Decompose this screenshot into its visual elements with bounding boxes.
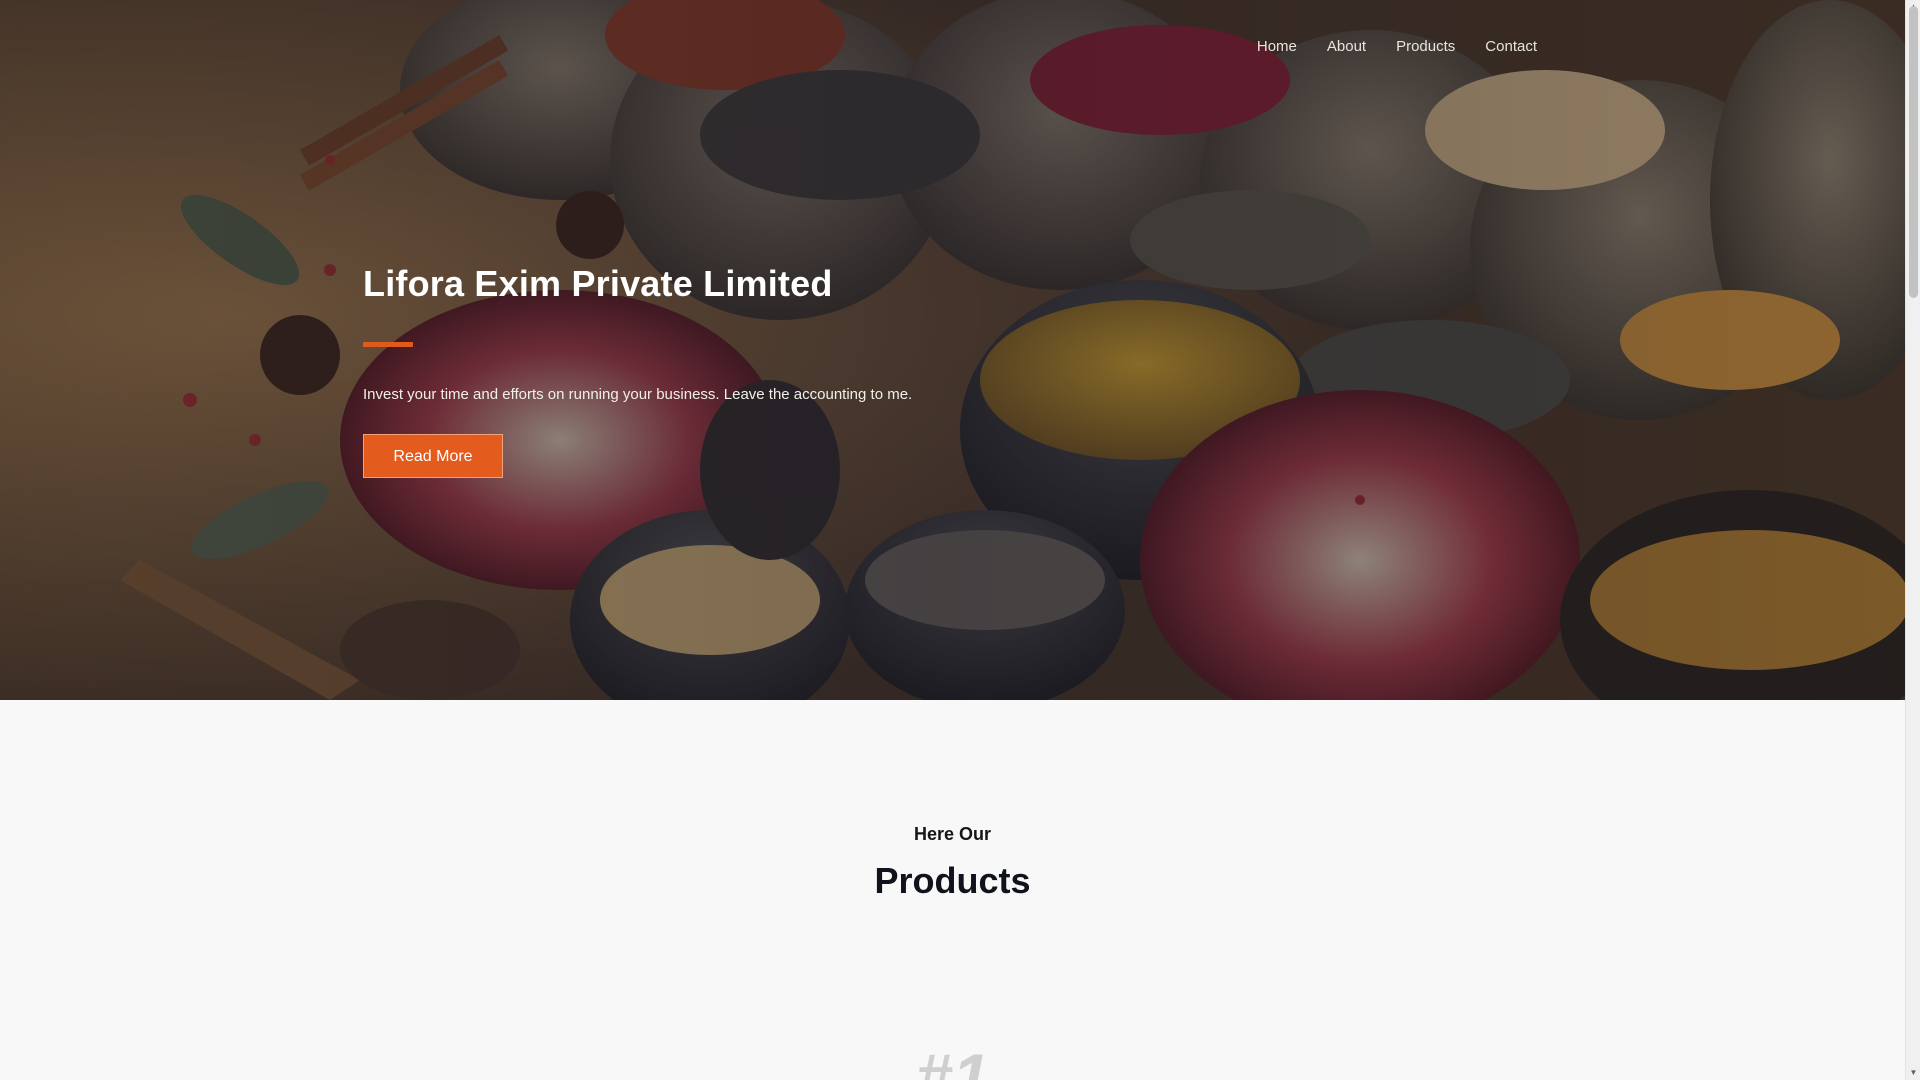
- main-nav: Home About Products Contact: [1257, 38, 1537, 55]
- nav-item-home[interactable]: Home: [1257, 38, 1297, 55]
- products-section: Here Our Products #1: [0, 700, 1905, 1080]
- hero-content: Lifora Exim Private Limited Invest your …: [363, 263, 1063, 478]
- hero-accent-rule: [363, 342, 413, 347]
- chevron-down-icon[interactable]: ▼: [1906, 1066, 1920, 1080]
- hero-section: Home About Products Contact Lifora Exim …: [0, 0, 1905, 700]
- vertical-scrollbar[interactable]: ▲ ▼: [1905, 0, 1920, 1080]
- nav-item-about[interactable]: About: [1327, 38, 1366, 55]
- nav-item-products[interactable]: Products: [1396, 38, 1455, 55]
- scrollbar-thumb[interactable]: [1909, 6, 1918, 298]
- page: Home About Products Contact Lifora Exim …: [0, 0, 1920, 1080]
- products-title: Products: [874, 860, 1031, 901]
- nav-item-contact[interactable]: Contact: [1485, 38, 1537, 55]
- hero-title: Lifora Exim Private Limited: [363, 263, 833, 304]
- hero-subtitle: Invest your time and efforts on running …: [363, 386, 913, 403]
- read-more-button[interactable]: Read More: [363, 434, 503, 478]
- products-eyebrow: Here Our: [913, 824, 992, 844]
- product-number: #1: [915, 1040, 990, 1080]
